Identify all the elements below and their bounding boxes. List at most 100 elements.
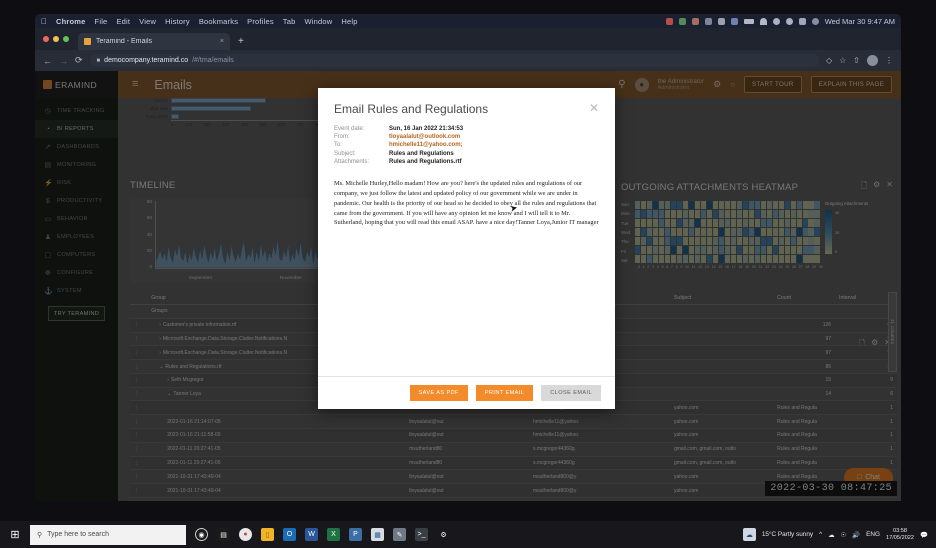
lock-icon: ■ — [96, 57, 101, 64]
bluetooth-icon[interactable] — [730, 17, 738, 25]
address-bar[interactable]: ■ democompany.teramind.co /#/tma/emails — [89, 54, 819, 67]
profile-avatar-icon[interactable] — [867, 55, 878, 66]
field-subject: Subject: Rules and Regulations — [334, 151, 599, 157]
url-host: democompany.teramind.co — [104, 57, 189, 64]
maximize-window-button[interactable] — [63, 36, 69, 42]
print-email-button[interactable]: PRINT EMAIL — [475, 385, 534, 401]
cloud-icon[interactable] — [691, 17, 699, 25]
menu-item-view[interactable]: View — [139, 17, 156, 26]
email-detail-modal: Email Rules and Regulations ✕ Event date… — [318, 88, 615, 409]
onedrive-icon[interactable]: ☁ — [828, 531, 834, 539]
menu-item-tab[interactable]: Tab — [283, 17, 296, 26]
notifications-icon[interactable]: 💬 — [920, 531, 928, 539]
menu-item-profiles[interactable]: Profiles — [247, 17, 274, 26]
modal-header: Email Rules and Regulations ✕ — [318, 88, 615, 122]
volume-icon[interactable]: 🔊 — [852, 531, 860, 539]
new-tab-button[interactable]: + — [238, 36, 244, 47]
menu-item-help[interactable]: Help — [341, 17, 357, 26]
excel-icon[interactable]: X — [327, 528, 340, 541]
powerpoint-icon[interactable]: P — [349, 528, 362, 541]
share-icon[interactable]: ⇧ — [853, 56, 860, 65]
field-attachments: Attachments: Rules and Regulations.rtf — [334, 159, 599, 165]
tab-favicon-icon — [84, 38, 91, 45]
field-to: To: hmichelle11@yahoo.com; — [334, 142, 599, 148]
language-indicator[interactable]: ENG — [866, 531, 880, 538]
calendar-icon[interactable] — [678, 17, 686, 25]
menu-item-file[interactable]: File — [95, 17, 108, 26]
siri-icon[interactable] — [798, 17, 806, 25]
chrome-icon[interactable]: ● — [239, 528, 252, 541]
browser-tabstrip: Teramind - Emails × + — [35, 28, 901, 50]
url-path: /#/tma/emails — [192, 57, 234, 64]
mac-menu-bar:  Chrome File Edit View History Bookmark… — [35, 14, 901, 28]
start-button-icon[interactable]: ⊞ — [0, 528, 30, 541]
forward-icon[interactable]: → — [59, 56, 68, 66]
weather-label[interactable]: 15°C Partly sunny — [762, 531, 813, 538]
show-hidden-icons-chevron[interactable]: ^ — [819, 531, 822, 538]
minimize-window-button[interactable] — [53, 36, 59, 42]
wifi-icon[interactable] — [759, 17, 767, 25]
store-icon[interactable]: ▦ — [371, 528, 384, 541]
taskbar-search-input[interactable]: ⚲ Type here to search — [30, 524, 186, 545]
reload-icon[interactable]: ⟳ — [75, 55, 83, 66]
field-label: From: — [334, 134, 350, 141]
browser-window:  Chrome File Edit View History Bookmark… — [35, 14, 901, 501]
mac-clock[interactable]: Wed Mar 30 9:47 AM — [825, 17, 895, 26]
field-value[interactable]: hmichelle11@yahoo.com; — [389, 142, 463, 148]
settings-gear-icon[interactable]: ⚙ — [437, 528, 450, 541]
field-event-date: Event date: Sun, 16 Jan 2022 21:34:53 — [334, 126, 599, 132]
terminal-icon[interactable]: >_ — [415, 528, 428, 541]
menu-item-bookmarks[interactable]: Bookmarks — [199, 17, 238, 26]
screen-root:  Chrome File Edit View History Bookmark… — [0, 0, 936, 548]
outlook-icon[interactable]: O — [283, 528, 296, 541]
dropbox-icon[interactable] — [665, 17, 673, 25]
menu-item-chrome[interactable]: Chrome — [56, 17, 86, 26]
save-as-pdf-button[interactable]: SAVE AS PDF — [409, 385, 468, 401]
file-explorer-icon[interactable]: ▯ — [261, 528, 274, 541]
tab-close-icon[interactable]: × — [220, 38, 224, 45]
field-label: Subject: — [334, 150, 356, 157]
email-fields: Event date: Sun, 16 Jan 2022 21:34:53 Fr… — [334, 126, 599, 165]
field-label: Event date: — [334, 126, 365, 132]
modal-body: Event date: Sun, 16 Jan 2022 21:34:53 Fr… — [318, 122, 615, 376]
menu-item-history[interactable]: History — [165, 17, 190, 26]
taskbar-clock[interactable]: 03:58 17/05/2022 — [886, 528, 914, 541]
close-window-button[interactable] — [43, 36, 49, 42]
clock-date: 17/05/2022 — [886, 534, 915, 541]
modal-title: Email Rules and Regulations — [334, 102, 489, 116]
teramind-app: ERAMIND ≡ Emails ⚲ ● the Administrator A… — [35, 71, 901, 501]
control-center-icon[interactable] — [772, 17, 780, 25]
battery-icon[interactable] — [743, 18, 754, 24]
phone-icon[interactable] — [704, 17, 712, 25]
user-switch-icon[interactable] — [811, 17, 819, 25]
paint-icon[interactable]: ✎ — [393, 528, 406, 541]
windows-taskbar: ⊞ ⚲ Type here to search ◉ ▤ ● ▯ O W X P … — [0, 521, 936, 548]
mac-menu-tray: Wed Mar 30 9:47 AM — [665, 17, 895, 26]
spotlight-search-icon[interactable] — [785, 17, 793, 25]
browser-tab-teramind-emails[interactable]: Teramind - Emails × — [78, 33, 230, 50]
apple-logo-icon[interactable]:  — [41, 17, 47, 26]
field-value[interactable]: tloyaalalut@outlook.com — [389, 134, 460, 140]
menu-item-window[interactable]: Window — [304, 17, 332, 26]
bookmark-star-icon[interactable]: ☆ — [839, 56, 846, 65]
keyboard-icon[interactable] — [717, 17, 725, 25]
network-icon[interactable]: ☉ — [840, 531, 846, 539]
email-body-text: Ms. Michelle Hurley,Hello madam! How are… — [334, 179, 599, 227]
close-email-button[interactable]: CLOSE EMAIL — [541, 385, 601, 401]
taskbar-app-icons: ◉ ▤ ● ▯ O W X P ▦ ✎ >_ ⚙ — [195, 528, 450, 541]
word-icon[interactable]: W — [305, 528, 318, 541]
field-label: Attachments: — [334, 158, 370, 165]
close-icon[interactable]: ✕ — [589, 102, 599, 114]
task-view-icon[interactable]: ▤ — [217, 528, 230, 541]
extensions-icon[interactable]: ◇ — [826, 56, 832, 65]
tab-title: Teramind - Emails — [96, 38, 153, 45]
menu-item-edit[interactable]: Edit — [116, 17, 130, 26]
field-value[interactable]: Rules and Regulations.rtf — [389, 159, 462, 165]
chrome-menu-icon[interactable]: ⋮ — [885, 56, 893, 65]
weather-icon[interactable]: ☁ — [742, 528, 756, 541]
search-icon: ⚲ — [37, 531, 43, 539]
browser-toolbar: ← → ⟳ ■ democompany.teramind.co /#/tma/e… — [35, 50, 901, 71]
search-placeholder: Type here to search — [47, 531, 110, 538]
cortana-icon[interactable]: ◉ — [195, 528, 208, 541]
back-icon[interactable]: ← — [43, 56, 52, 66]
